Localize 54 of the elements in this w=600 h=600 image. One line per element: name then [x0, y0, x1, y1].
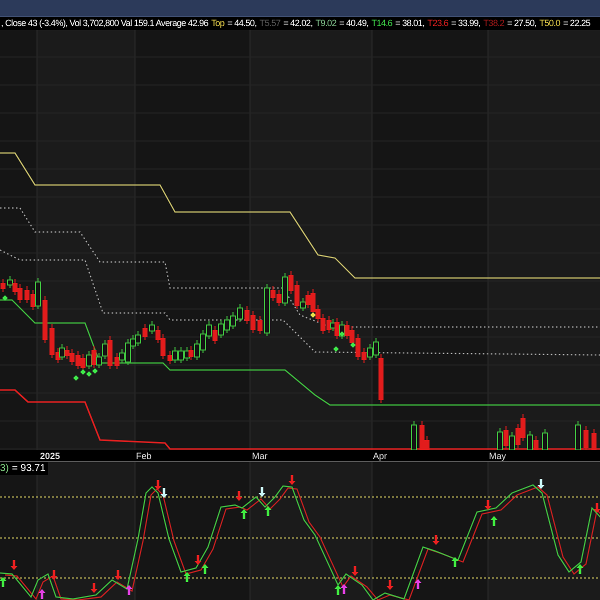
- candlestick: [42, 296, 48, 344]
- up-arrow-icon: [184, 572, 190, 582]
- price-summary: , Close 43 (-3.4%), Vol 3,702,800 Val 159.1 Average 42.96: [1, 17, 208, 30]
- level-value: = 40.49,: [339, 17, 368, 30]
- up-arrow-icon: [452, 557, 458, 567]
- candlestick: [258, 316, 262, 334]
- up-arrow-icon: [38, 589, 46, 599]
- up-arrow-icon: [202, 564, 208, 574]
- down-arrow-icon: [194, 555, 202, 565]
- level-label: T50.0: [539, 17, 560, 30]
- up-arrow-icon: [126, 585, 132, 595]
- axis-label: Apr: [373, 450, 388, 462]
- axis-label: May: [489, 450, 506, 462]
- level-value: = 27.50,: [507, 17, 536, 30]
- level-value: = 33.99,: [451, 17, 480, 30]
- down-arrow-icon: [432, 535, 440, 545]
- level-value: = 38.01,: [395, 17, 424, 30]
- down-arrow-icon: [484, 500, 492, 510]
- level-value: = 44.50,: [227, 17, 257, 30]
- down-arrow-icon: [288, 475, 296, 485]
- indicator-label: 3): [0, 462, 9, 475]
- level-label: T9.02: [316, 17, 336, 30]
- down-arrow-icon: [90, 583, 98, 593]
- up-arrow-icon: [414, 579, 422, 589]
- indicator-value: = 93.71: [12, 462, 46, 475]
- candlestick: [142, 324, 148, 340]
- candlestick: [584, 426, 588, 450]
- axis-label: Feb: [136, 450, 152, 462]
- level-label: T14.6: [371, 17, 392, 30]
- up-arrow-icon: [576, 564, 584, 574]
- down-arrow-icon: [386, 580, 394, 590]
- level-label: Top: [211, 17, 224, 30]
- level-label: T38.2: [483, 17, 504, 30]
- down-arrow-icon: [10, 560, 18, 570]
- down-arrow-icon: [594, 503, 600, 513]
- down-arrow-icon: [236, 491, 242, 501]
- candlestick: [592, 428, 596, 450]
- level-label: T23.6: [427, 17, 448, 30]
- candlestick: [0, 278, 6, 292]
- level-value: = 22.25: [563, 17, 590, 30]
- up-arrow-icon: [490, 516, 498, 526]
- down-arrow-icon: [50, 570, 58, 580]
- candlestick: [411, 420, 417, 450]
- up-arrow-icon: [240, 509, 248, 519]
- up-arrow-icon: [0, 577, 6, 587]
- down-arrow-icon: [258, 487, 266, 497]
- up-arrow-icon: [264, 506, 272, 516]
- axis-label: Mar: [252, 450, 268, 462]
- level-label: T5.57: [260, 17, 280, 30]
- down-arrow-icon: [114, 570, 122, 580]
- axis-label: 2025: [40, 450, 60, 462]
- down-arrow-icon: [538, 479, 544, 489]
- down-arrow-icon: [352, 566, 358, 576]
- level-value: = 42.02,: [283, 17, 312, 30]
